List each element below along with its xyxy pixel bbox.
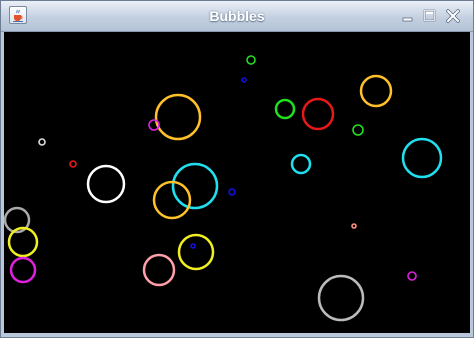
- bubble: [38, 138, 46, 146]
- bubble: [228, 188, 236, 196]
- bubble: [171, 162, 219, 210]
- bubble: [190, 243, 196, 249]
- title-bar[interactable]: Bubbles: [1, 1, 473, 32]
- bubble: [359, 74, 393, 108]
- bubble: [352, 124, 364, 136]
- bubble: [317, 274, 365, 322]
- bubble: [351, 223, 357, 229]
- bubble: [177, 233, 215, 271]
- bubble: [69, 160, 77, 168]
- bubble-canvas[interactable]: [4, 32, 470, 333]
- maximize-icon[interactable]: [421, 7, 439, 25]
- minimize-icon[interactable]: [399, 7, 417, 25]
- bubble: [7, 226, 39, 258]
- bubble: [142, 253, 176, 287]
- bubble: [301, 97, 335, 131]
- bubble: [9, 256, 37, 284]
- bubble: [290, 153, 312, 175]
- bubble-drawing: [4, 55, 443, 322]
- bubble: [246, 55, 256, 65]
- bubble: [154, 93, 202, 141]
- bubble: [274, 98, 296, 120]
- close-icon[interactable]: [444, 7, 462, 25]
- bubble: [86, 164, 126, 204]
- bubble: [407, 271, 417, 281]
- bubble: [401, 137, 443, 179]
- bubbles-window: Bubbles: [0, 0, 474, 338]
- bubble: [241, 77, 247, 83]
